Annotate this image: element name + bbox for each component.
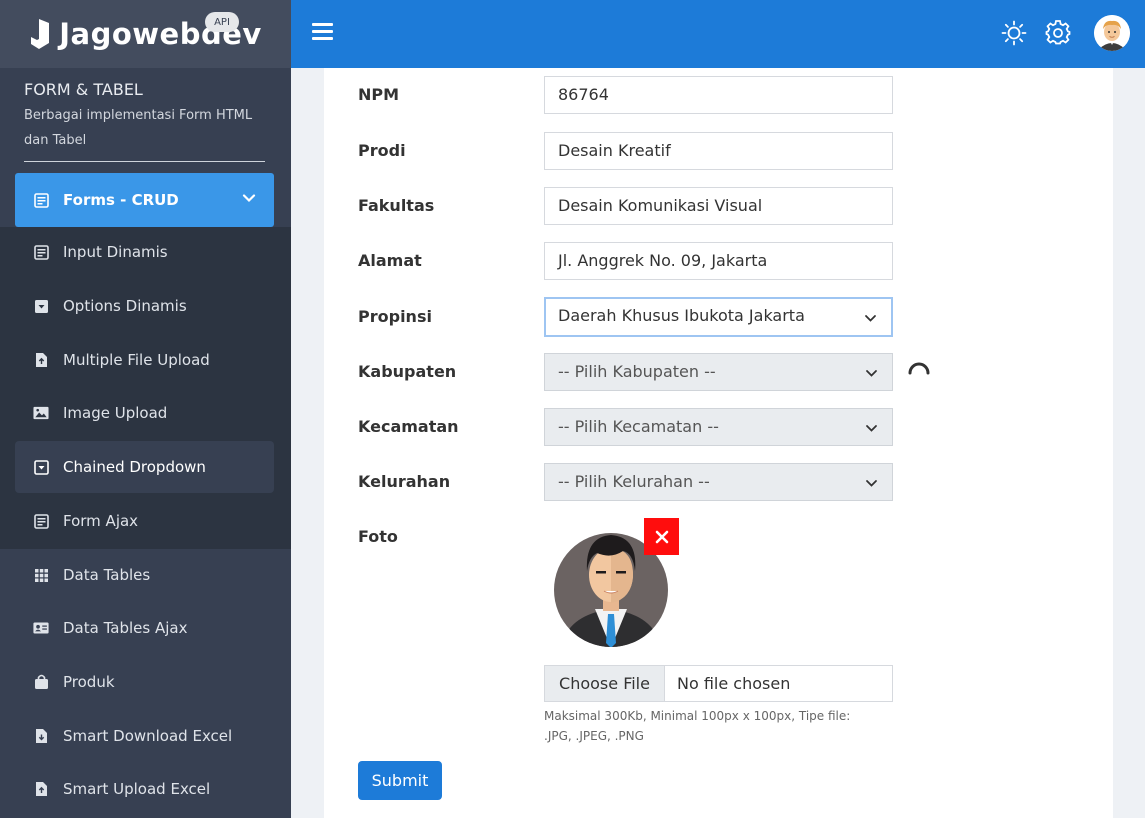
- chevron-down-icon: [866, 480, 877, 487]
- sidebar-item-label: Smart Download Excel: [63, 727, 233, 745]
- kecamatan-label: Kecamatan: [358, 417, 459, 436]
- sidebar-item-label: Data Tables Ajax: [63, 619, 188, 637]
- sidebar-item-image-upload[interactable]: Image Upload: [15, 387, 274, 439]
- id-card-icon: [33, 620, 49, 636]
- form-row-alamat: Alamat Jl. Anggrek No. 09, Jakarta: [358, 242, 898, 280]
- user-avatar[interactable]: [1094, 15, 1130, 51]
- menu-label: Forms - CRUD: [63, 191, 179, 209]
- sidebar-item-data-tables-ajax[interactable]: Data Tables Ajax: [15, 602, 274, 654]
- form-row-prodi: Prodi Desain Kreatif: [358, 132, 898, 170]
- propinsi-label: Propinsi: [358, 307, 432, 326]
- form-icon: [33, 192, 49, 208]
- form-row-kelurahan: Kelurahan -- Pilih Kelurahan --: [358, 463, 898, 501]
- topbar: [291, 0, 1145, 68]
- propinsi-select[interactable]: Daerah Khusus Ibukota Jakarta: [544, 297, 893, 337]
- sidebar-item-multiple-file-upload[interactable]: Multiple File Upload: [15, 334, 274, 386]
- sidebar: Jagowebdev API FORM & TABEL Berbagai imp…: [0, 0, 291, 818]
- close-icon: [655, 530, 668, 543]
- sidebar-item-label: Data Tables: [63, 566, 151, 584]
- sidebar-item-label: Input Dinamis: [63, 243, 168, 261]
- kabupaten-value: -- Pilih Kabupaten --: [558, 362, 716, 381]
- form-row-kabupaten: Kabupaten -- Pilih Kabupaten --: [358, 353, 898, 391]
- npm-label: NPM: [358, 85, 400, 104]
- form-row-npm: NPM 86764: [358, 76, 898, 114]
- file-name-text: No file chosen: [677, 674, 791, 693]
- section-description: Berbagai implementasi Form HTML dan Tabe…: [24, 108, 253, 148]
- sidebar-item-label: Form Ajax: [63, 512, 139, 530]
- remove-photo-button[interactable]: [644, 518, 679, 555]
- kelurahan-select[interactable]: -- Pilih Kelurahan --: [544, 463, 893, 501]
- download-file-icon: [33, 728, 49, 744]
- kelurahan-value: -- Pilih Kelurahan --: [558, 472, 710, 491]
- upload-file-icon: [33, 781, 49, 797]
- file-input[interactable]: Choose File No file chosen: [544, 665, 893, 702]
- bag-icon: [33, 674, 49, 690]
- submit-button[interactable]: Submit: [358, 761, 442, 800]
- api-badge: API: [205, 12, 239, 32]
- alamat-input[interactable]: Jl. Anggrek No. 09, Jakarta: [544, 242, 893, 280]
- chevron-down-icon: [866, 425, 877, 432]
- logo-icon: [31, 19, 50, 49]
- sidebar-item-label: Smart Upload Excel: [63, 780, 211, 798]
- fakultas-label: Fakultas: [358, 196, 435, 215]
- brand[interactable]: Jagowebdev API: [0, 0, 291, 68]
- kabupaten-label: Kabupaten: [358, 362, 457, 381]
- sidebar-item-smart-upload-excel[interactable]: Smart Upload Excel: [15, 763, 274, 815]
- table-icon: [33, 567, 49, 583]
- chevron-down-icon: [242, 194, 256, 203]
- image-icon: [33, 405, 49, 421]
- sidebar-item-smart-download-excel[interactable]: Smart Download Excel: [15, 710, 274, 762]
- npm-input[interactable]: 86764: [544, 76, 893, 114]
- sidebar-item-form-ajax[interactable]: Form Ajax: [15, 495, 274, 547]
- gear-icon[interactable]: [1045, 19, 1071, 45]
- loading-spinner-icon: [908, 362, 930, 375]
- kelurahan-label: Kelurahan: [358, 472, 451, 491]
- sidebar-item-produk[interactable]: Produk: [15, 656, 274, 708]
- upload-hint: Maksimal 300Kb, Minimal 100px x 100px, T…: [544, 709, 851, 743]
- form-row-fakultas: Fakultas Desain Komunikasi Visual: [358, 187, 898, 225]
- sun-icon[interactable]: [1001, 20, 1027, 46]
- sidebar-item-options-dinamis[interactable]: Options Dinamis: [15, 280, 274, 332]
- sidebar-item-label: Image Upload: [63, 404, 168, 422]
- fakultas-input[interactable]: Desain Komunikasi Visual: [544, 187, 893, 225]
- prodi-label: Prodi: [358, 141, 406, 160]
- sidebar-item-label: Multiple File Upload: [63, 351, 210, 369]
- dropdown-icon: [33, 298, 49, 314]
- menu-forms-crud[interactable]: Forms - CRUD: [15, 173, 274, 227]
- alamat-label: Alamat: [358, 251, 422, 270]
- sidebar-item-chained-dropdown[interactable]: Chained Dropdown: [15, 441, 274, 493]
- kecamatan-select[interactable]: -- Pilih Kecamatan --: [544, 408, 893, 446]
- propinsi-value: Daerah Khusus Ibukota Jakarta: [558, 306, 805, 325]
- foto-label: Foto: [358, 527, 398, 546]
- hamburger-menu-icon[interactable]: [312, 23, 333, 43]
- dropdown-icon: [33, 459, 49, 475]
- prodi-input[interactable]: Desain Kreatif: [544, 132, 893, 170]
- divider: [24, 161, 265, 162]
- kecamatan-value: -- Pilih Kecamatan --: [558, 417, 719, 436]
- chevron-down-icon: [866, 370, 877, 377]
- sidebar-item-label: Options Dinamis: [63, 297, 187, 315]
- form-card: NPM 86764 Prodi Desain Kreatif Fakultas …: [324, 68, 1113, 818]
- form-icon: [33, 244, 49, 260]
- avatar-image: [1094, 15, 1130, 51]
- choose-file-button[interactable]: Choose File: [545, 666, 665, 701]
- form-icon: [33, 513, 49, 529]
- file-upload-icon: [33, 352, 49, 368]
- section-title: FORM & TABEL: [24, 80, 143, 99]
- sidebar-item-label: Chained Dropdown: [63, 458, 206, 476]
- sidebar-item-input-dinamis[interactable]: Input Dinamis: [15, 226, 274, 278]
- form-row-kecamatan: Kecamatan -- Pilih Kecamatan --: [358, 408, 898, 446]
- sidebar-item-label: Produk: [63, 673, 115, 691]
- sidebar-item-data-tables[interactable]: Data Tables: [15, 549, 274, 601]
- chevron-down-icon: [865, 315, 876, 322]
- kabupaten-select[interactable]: -- Pilih Kabupaten --: [544, 353, 893, 391]
- form-row-propinsi: Propinsi Daerah Khusus Ibukota Jakarta: [358, 297, 898, 337]
